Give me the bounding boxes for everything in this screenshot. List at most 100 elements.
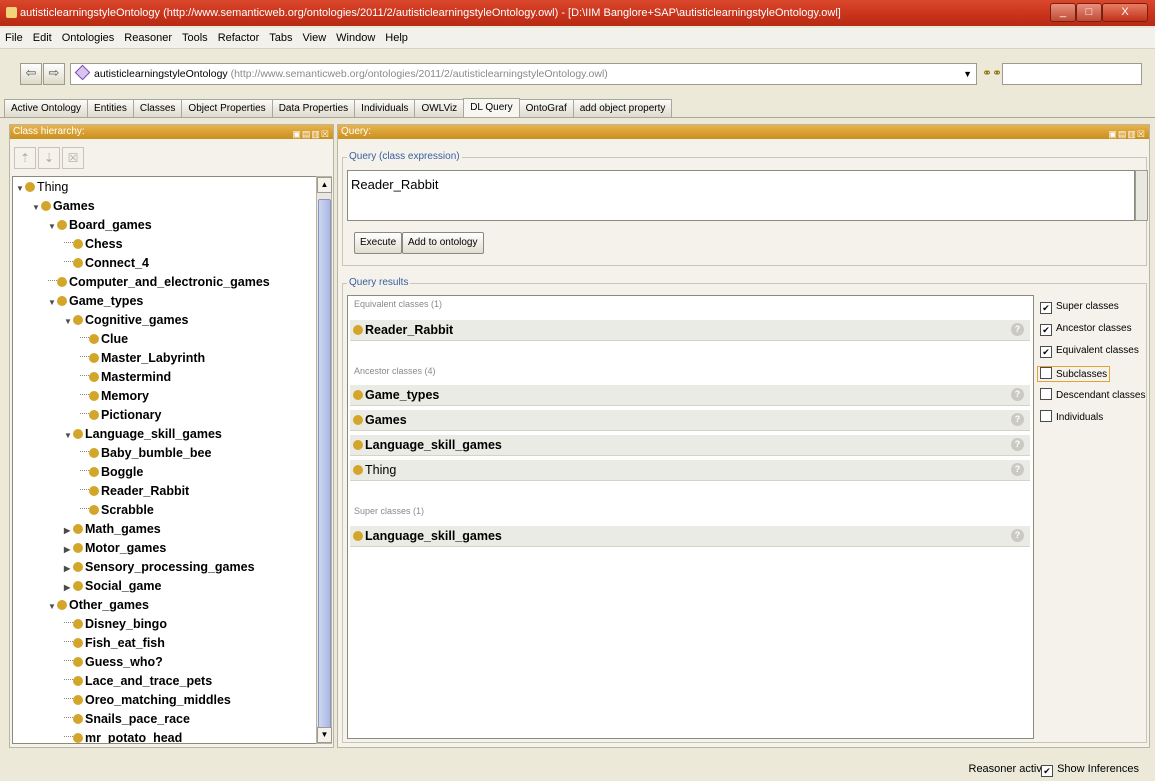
option-ancestor-classes[interactable]: ✔ Ancestor classes	[1040, 322, 1132, 336]
checkbox-unchecked-icon[interactable]	[1040, 410, 1052, 422]
tree-row[interactable]: ▼ Game_types	[48, 292, 143, 311]
tab-classes[interactable]: Classes	[132, 99, 183, 118]
explanation-icon[interactable]: ?	[1011, 413, 1024, 426]
dropdown-arrow-icon[interactable]: ▼	[963, 64, 972, 84]
forward-button[interactable]: ⇨	[43, 63, 65, 85]
checkbox-checked-icon[interactable]: ✔	[1041, 765, 1054, 777]
tree-row[interactable]: ▼ Games	[32, 197, 95, 216]
tree-row[interactable]: Connect_4	[64, 254, 149, 273]
tab-object-properties[interactable]: Object Properties	[181, 99, 273, 118]
checkbox-unchecked-icon[interactable]	[1040, 367, 1052, 379]
tab-entities[interactable]: Entities	[87, 99, 134, 118]
option-subclasses[interactable]: Subclasses	[1037, 366, 1111, 382]
menu-item-reasoner[interactable]: Reasoner	[119, 28, 177, 48]
tree-row[interactable]: Disney_bingo	[64, 615, 167, 634]
ontology-selector[interactable]: autisticlearningstyleOntology (http://ww…	[70, 63, 977, 85]
result-row[interactable]: Language_skill_games?	[350, 435, 1030, 456]
option-super-classes[interactable]: ✔ Super classes	[1040, 300, 1119, 314]
option-equivalent-classes[interactable]: ✔ Equivalent classes	[1040, 344, 1139, 358]
tree-row[interactable]: Lace_and_trace_pets	[64, 672, 212, 691]
collapse-arrow-icon[interactable]: ▼	[16, 179, 25, 198]
add-subclass-icon[interactable]: ⇡	[14, 147, 36, 169]
tree-row[interactable]: ▼ Other_games	[48, 596, 149, 615]
panel-controls-icon[interactable]: ▣▤▥☒	[1108, 127, 1146, 141]
explanation-icon[interactable]: ?	[1011, 463, 1024, 476]
explanation-icon[interactable]: ?	[1011, 438, 1024, 451]
menu-item-help[interactable]: Help	[380, 28, 413, 48]
tab-ontograf[interactable]: OntoGraf	[518, 99, 574, 118]
explanation-icon[interactable]: ?	[1011, 323, 1024, 336]
explanation-icon[interactable]: ?	[1011, 529, 1024, 542]
collapse-arrow-icon[interactable]: ▼	[32, 198, 41, 217]
expand-arrow-icon[interactable]: ▶	[64, 578, 73, 597]
expand-arrow-icon[interactable]: ▶	[64, 521, 73, 540]
menu-item-tabs[interactable]: Tabs	[264, 28, 297, 48]
delete-class-icon[interactable]: ☒	[62, 147, 84, 169]
tree-row[interactable]: ▶ Social_game	[64, 577, 161, 596]
tree-row[interactable]: Fish_eat_fish	[64, 634, 165, 653]
tree-row[interactable]: ▶ Motor_games	[64, 539, 166, 558]
collapse-arrow-icon[interactable]: ▼	[48, 597, 57, 616]
tree-row[interactable]: ▶ Sensory_processing_games	[64, 558, 255, 577]
tree-row[interactable]: Master_Labyrinth	[80, 349, 205, 368]
panel-controls-icon[interactable]: ▣▤▥☒	[292, 127, 330, 141]
menu-item-window[interactable]: Window	[331, 28, 380, 48]
tree-row[interactable]: ▼ Thing	[16, 178, 68, 197]
checkbox-unchecked-icon[interactable]	[1040, 388, 1052, 400]
show-inferences-checkbox[interactable]: ✔ Show Inferences	[1041, 763, 1139, 777]
result-row[interactable]: Reader_Rabbit?	[350, 320, 1030, 341]
tree-row[interactable]: ▼ Cognitive_games	[64, 311, 189, 330]
tree-row[interactable]: Clue	[80, 330, 128, 349]
tree-row[interactable]: Guess_who?	[64, 653, 163, 672]
search-input[interactable]	[1002, 63, 1142, 85]
expand-arrow-icon[interactable]: ▶	[64, 559, 73, 578]
scroll-down-icon[interactable]: ▼	[317, 727, 332, 743]
tab-owlviz[interactable]: OWLViz	[414, 99, 465, 118]
collapse-arrow-icon[interactable]: ▼	[64, 426, 73, 445]
tree-row[interactable]: Boggle	[80, 463, 143, 482]
result-row[interactable]: Game_types?	[350, 385, 1030, 406]
expand-arrow-icon[interactable]: ▶	[64, 540, 73, 559]
restore-button[interactable]: □	[1076, 3, 1102, 22]
tree-row[interactable]: mr_potato_head	[64, 729, 182, 743]
tab-data-properties[interactable]: Data Properties	[271, 99, 356, 118]
menu-item-ontologies[interactable]: Ontologies	[57, 28, 120, 48]
checkbox-checked-icon[interactable]: ✔	[1040, 302, 1052, 314]
result-row[interactable]: Language_skill_games?	[350, 526, 1030, 547]
tree-row[interactable]: Baby_bumble_bee	[80, 444, 211, 463]
collapse-arrow-icon[interactable]: ▼	[48, 217, 57, 236]
query-expression-input[interactable]: Reader_Rabbit	[347, 170, 1135, 221]
menu-item-refactor[interactable]: Refactor	[213, 28, 265, 48]
menu-item-file[interactable]: File	[0, 28, 28, 48]
explanation-icon[interactable]: ?	[1011, 388, 1024, 401]
add-sibling-icon[interactable]: ⇣	[38, 147, 60, 169]
tree-row[interactable]: Snails_pace_race	[64, 710, 190, 729]
tree-row[interactable]: Reader_Rabbit	[80, 482, 189, 501]
menu-item-view[interactable]: View	[298, 28, 332, 48]
option-individuals[interactable]: Individuals	[1040, 410, 1103, 424]
tree-row[interactable]: Scrabble	[80, 501, 154, 520]
execute-button[interactable]: Execute	[354, 232, 403, 254]
scroll-up-icon[interactable]: ▲	[317, 177, 332, 193]
close-button[interactable]: X	[1102, 3, 1148, 22]
tab-dl-query[interactable]: DL Query	[463, 98, 520, 118]
tab-individuals[interactable]: Individuals	[354, 99, 416, 118]
collapse-arrow-icon[interactable]: ▼	[48, 293, 57, 312]
tree-row[interactable]: Chess	[64, 235, 123, 254]
tab-add-object-property[interactable]: add object property	[572, 99, 673, 118]
collapse-arrow-icon[interactable]: ▼	[64, 312, 73, 331]
tree-scrollbar[interactable]: ▲ ▼	[316, 176, 332, 744]
minimize-button[interactable]: _	[1050, 3, 1076, 22]
menu-item-edit[interactable]: Edit	[28, 28, 57, 48]
tree-row[interactable]: Mastermind	[80, 368, 171, 387]
result-row[interactable]: Thing?	[350, 460, 1030, 481]
tab-active-ontology[interactable]: Active Ontology	[4, 99, 89, 118]
checkbox-checked-icon[interactable]: ✔	[1040, 324, 1052, 336]
tree-row[interactable]: Computer_and_electronic_games	[48, 273, 270, 292]
scroll-thumb[interactable]	[318, 199, 331, 731]
add-to-ontology-button[interactable]: Add to ontology	[402, 232, 484, 254]
tree-row[interactable]: ▼ Language_skill_games	[64, 425, 222, 444]
tree-row[interactable]: ▶ Math_games	[64, 520, 161, 539]
menu-item-tools[interactable]: Tools	[177, 28, 213, 48]
checkbox-checked-icon[interactable]: ✔	[1040, 346, 1052, 358]
